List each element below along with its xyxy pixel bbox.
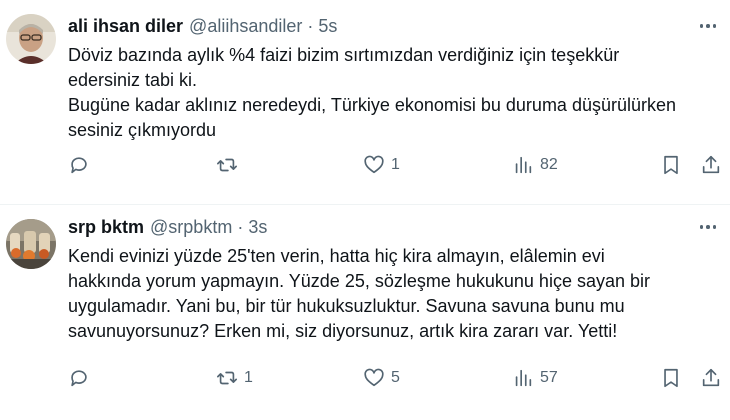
tweet-actions: 1 82	[0, 152, 730, 178]
like-icon	[364, 155, 384, 174]
tweet-text: Döviz bazında aylık %4 faizi bizim sırtı…	[68, 43, 716, 143]
views-button[interactable]: 57	[512, 367, 558, 389]
like-button[interactable]: 5	[363, 367, 400, 389]
tweet-actions: 1 5 57	[0, 365, 730, 391]
tweet-text-line: uygulamadır. Yani bu, bir tür hukuksuzlu…	[68, 296, 625, 316]
views-icon	[515, 369, 532, 387]
retweet-button[interactable]: 1	[216, 367, 253, 389]
view-count: 57	[540, 369, 558, 386]
views-button[interactable]: 82	[512, 154, 558, 176]
author-handle[interactable]: @aliihsandiler	[189, 16, 302, 37]
more-icon[interactable]	[699, 14, 716, 38]
avatar[interactable]	[6, 14, 56, 64]
share-icon	[702, 368, 720, 387]
timestamp[interactable]: 5s	[318, 16, 337, 37]
bookmark-icon	[664, 155, 678, 175]
bookmark-icon	[664, 368, 678, 388]
tweet-header: ali ihsan diler @aliihsandiler · 5s	[68, 14, 716, 38]
share-icon	[702, 155, 720, 174]
reply-icon	[71, 370, 87, 387]
share-button[interactable]	[700, 367, 722, 389]
tweet-text-line: Kendi evinizi yüzde 25'ten verin, hatta …	[68, 246, 605, 266]
retweet-button[interactable]	[216, 154, 244, 176]
tweet-header: srp bktm @srpbktm · 3s	[68, 215, 716, 239]
reply-button[interactable]	[68, 367, 96, 389]
author-name[interactable]: ali ihsan diler	[68, 16, 183, 37]
tweet[interactable]: ali ihsan diler @aliihsandiler · 5s Dövi…	[0, 0, 730, 205]
tweet-text-line: edersiniz tabi ki.	[68, 70, 198, 90]
like-count: 1	[391, 156, 400, 173]
like-icon	[364, 368, 384, 387]
reply-icon	[71, 157, 87, 174]
tweet-text: Kendi evinizi yüzde 25'ten verin, hatta …	[68, 244, 716, 344]
bookmark-button[interactable]	[660, 367, 682, 389]
retweet-icon	[217, 158, 237, 172]
tweet-text-line: Bugüne kadar aklınız neredeydi, Türkiye …	[68, 95, 677, 115]
tweet-text-line: sesiniz çıkmıyordu	[68, 120, 217, 140]
reply-button[interactable]	[68, 154, 96, 176]
timestamp[interactable]: 3s	[248, 217, 267, 238]
like-button[interactable]: 1	[363, 154, 400, 176]
bookmark-button[interactable]	[660, 154, 682, 176]
tweet-text-line: Döviz bazında aylık %4 faizi bizim sırtı…	[68, 45, 620, 65]
share-button[interactable]	[700, 154, 722, 176]
retweet-icon	[217, 371, 237, 385]
separator-dot: ·	[237, 216, 244, 237]
tweet-content: srp bktm @srpbktm · 3s Kendi evinizi yüz…	[68, 215, 716, 344]
like-count: 5	[391, 369, 400, 386]
more-icon[interactable]	[699, 215, 716, 239]
retweet-count: 1	[244, 369, 253, 386]
view-count: 82	[540, 156, 558, 173]
tweet-text-line: hakkında yorum yapmayın. Yüzde 25, sözle…	[68, 271, 650, 291]
views-icon	[515, 156, 532, 174]
author-name[interactable]: srp bktm	[68, 217, 144, 238]
separator-dot: ·	[307, 15, 314, 36]
tweet[interactable]: srp bktm @srpbktm · 3s Kendi evinizi yüz…	[0, 205, 730, 420]
avatar[interactable]	[6, 219, 56, 269]
tweet-content: ali ihsan diler @aliihsandiler · 5s Dövi…	[68, 14, 716, 143]
author-handle[interactable]: @srpbktm	[150, 217, 232, 238]
tweet-text-line: savunuyorsunuz? Erken mi, siz diyorsunuz…	[68, 321, 618, 341]
